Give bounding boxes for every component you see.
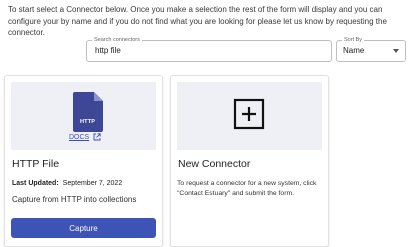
search-input[interactable]: Search connectors http file — [86, 36, 332, 62]
capture-button[interactable]: Capture — [11, 218, 156, 238]
chevron-down-icon — [393, 49, 399, 53]
card-description: To request a connector for a new system,… — [177, 180, 317, 197]
last-updated: Last Updated: September 7, 2022 — [12, 180, 122, 187]
docs-link[interactable]: DOCS — [69, 134, 89, 141]
last-updated-value: September 7, 2022 — [62, 180, 123, 187]
card-title: HTTP File — [12, 158, 60, 170]
connector-card-http-file[interactable]: HTTP DOCS HTTP File Last Updated: Septemb… — [4, 75, 163, 247]
card-title: New Connector — [178, 158, 251, 170]
sort-label: Sort By — [342, 36, 365, 44]
card-description: Capture from HTTP into collections — [12, 195, 137, 204]
add-box-icon — [233, 98, 265, 130]
file-icon — [73, 92, 103, 132]
file-icon-label: HTTP — [80, 119, 96, 125]
search-value: http file — [95, 46, 121, 55]
external-link-icon[interactable] — [93, 133, 101, 141]
connector-card-new-connector[interactable]: New Connector To request a connector for… — [170, 75, 329, 247]
card-media: HTTP DOCS — [11, 82, 156, 150]
search-label: Search connectors — [92, 36, 142, 44]
sort-value: Name — [343, 46, 365, 55]
sort-select[interactable]: Sort By Name — [336, 36, 406, 62]
intro-text: To start select a Connector below. Once … — [8, 5, 387, 37]
last-updated-label: Last Updated: — [12, 180, 59, 187]
card-media — [177, 82, 322, 150]
